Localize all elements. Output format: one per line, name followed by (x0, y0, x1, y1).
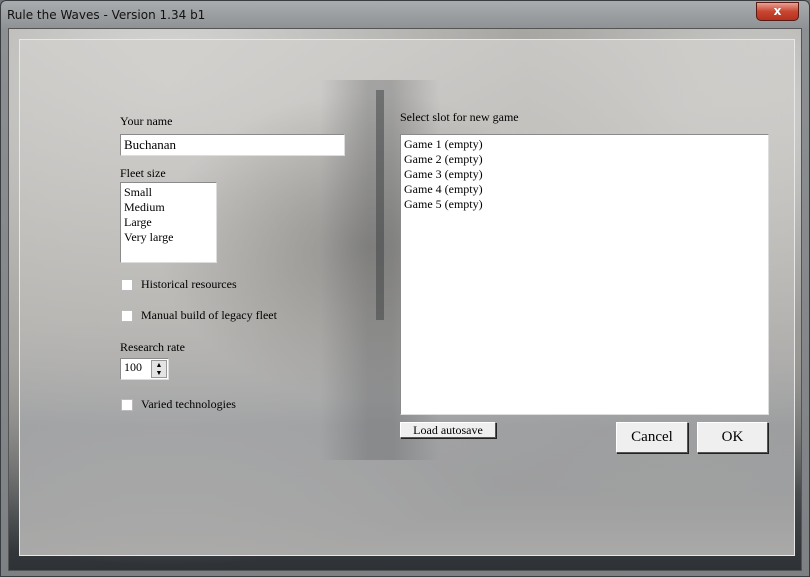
slot-item[interactable]: Game 5 (empty) (404, 197, 765, 212)
spin-up-icon[interactable]: ▲ (152, 361, 166, 369)
historical-resources-checkbox[interactable] (121, 279, 133, 291)
load-autosave-button[interactable]: Load autosave (400, 422, 496, 438)
your-name-label: Your name (120, 114, 173, 128)
research-rate-label: Research rate (120, 340, 185, 354)
cancel-button[interactable]: Cancel (616, 422, 688, 453)
fleet-option[interactable]: Very large (124, 230, 213, 245)
close-button[interactable]: x (756, 2, 799, 21)
slot-label: Select slot for new game (400, 110, 519, 124)
fleet-size-label: Fleet size (120, 166, 166, 180)
slot-item[interactable]: Game 4 (empty) (404, 182, 765, 197)
fleet-option[interactable]: Small (124, 185, 213, 200)
slot-item[interactable]: Game 3 (empty) (404, 167, 765, 182)
fleet-option[interactable]: Medium (124, 200, 213, 215)
manual-build-checkbox[interactable] (121, 310, 133, 322)
ok-button[interactable]: OK (697, 422, 768, 453)
slot-listbox[interactable]: Game 1 (empty) Game 2 (empty) Game 3 (em… (400, 134, 769, 415)
window-title: Rule the Waves - Version 1.34 b1 (7, 8, 206, 22)
research-rate-value: 100 (124, 360, 142, 374)
spin-buttons[interactable]: ▲ ▼ (151, 360, 167, 378)
slot-item[interactable]: Game 1 (empty) (404, 137, 765, 152)
varied-technologies-label: Varied technologies (141, 397, 236, 411)
fleet-size-listbox[interactable]: Small Medium Large Very large (120, 182, 217, 263)
manual-build-label: Manual build of legacy fleet (141, 308, 277, 322)
varied-technologies-checkbox[interactable] (121, 399, 133, 411)
historical-resources-label: Historical resources (141, 277, 237, 291)
spin-down-icon[interactable]: ▼ (152, 369, 166, 377)
mast-illustration (376, 90, 384, 320)
slot-item[interactable]: Game 2 (empty) (404, 152, 765, 167)
fleet-option[interactable]: Large (124, 215, 213, 230)
name-input[interactable] (120, 134, 345, 156)
